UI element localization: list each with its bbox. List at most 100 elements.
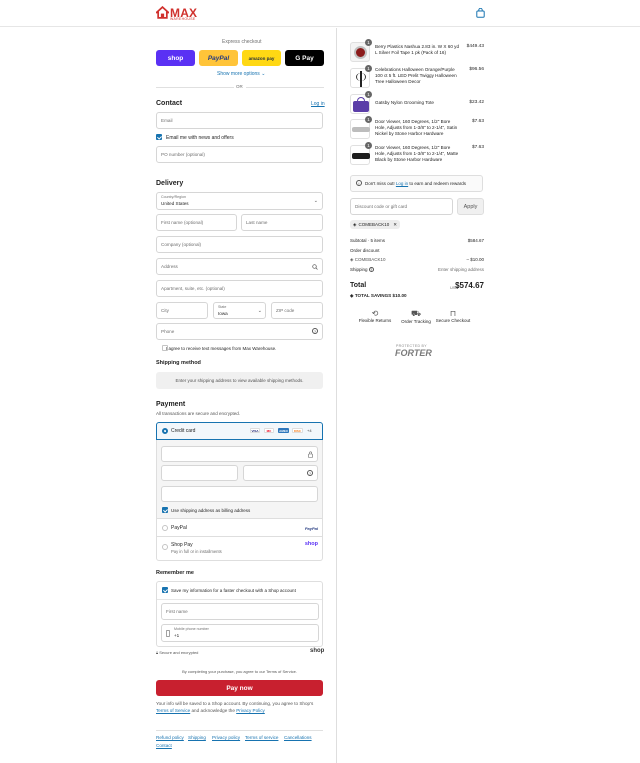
name-on-card-field[interactable] xyxy=(161,486,318,502)
city-field[interactable]: City xyxy=(156,302,208,319)
billing-address-checkbox[interactable] xyxy=(162,507,168,513)
login-link[interactable]: Log in xyxy=(311,101,325,107)
privacy-policy-footer-link[interactable]: Privacy policy xyxy=(212,735,240,740)
visa-icon: VISA xyxy=(250,428,260,433)
lock-icon: 🔒︎ xyxy=(156,650,159,655)
shop-pay-radio[interactable] xyxy=(162,544,168,550)
secure-checkout-label: Secure Checkout xyxy=(435,318,471,323)
credit-card-radio[interactable] xyxy=(162,428,168,434)
address-field[interactable]: Address xyxy=(156,258,323,275)
shop-pay-option[interactable]: Shop Pay Pay in full or in installments … xyxy=(156,537,323,561)
footer-divider xyxy=(156,730,323,731)
city-placeholder: City xyxy=(161,308,169,313)
security-code-field[interactable]: ? xyxy=(243,465,318,481)
top-bar: MAX WAREHOUSE xyxy=(0,0,640,27)
terms-of-service-link[interactable]: Terms of Service xyxy=(156,708,190,713)
phone-field[interactable]: Phone ? xyxy=(156,323,323,340)
paypal-option[interactable]: PayPal PayPal xyxy=(156,518,323,537)
apply-button[interactable]: Apply xyxy=(457,198,484,215)
company-field[interactable]: Company (optional) xyxy=(156,236,323,253)
or-divider-left xyxy=(156,87,234,88)
discount-tag-code: COMEBACK10 xyxy=(358,222,390,227)
news-checkbox[interactable] xyxy=(156,134,162,140)
mobile-phone-field[interactable]: Mobile phone number +1 xyxy=(161,624,319,642)
zip-field[interactable]: ZIP code xyxy=(271,302,323,319)
paypal-express-button[interactable]: PayPal xyxy=(199,50,238,66)
state-select[interactable]: State Iowa ⌄ xyxy=(213,302,266,319)
sms-label: I agree to receive text messages from Ma… xyxy=(166,346,277,351)
info-icon: i xyxy=(356,180,362,186)
flexible-returns-badge: ⟲ Flexible Returns xyxy=(355,309,395,323)
first-name-field[interactable]: First name (optional) xyxy=(156,214,237,231)
shipping-policy-link[interactable]: Shipping xyxy=(188,735,206,740)
order-discount-code-row: ◈ COMEBACK10 xyxy=(350,257,386,263)
country-value: United States xyxy=(161,201,189,206)
brand-logo[interactable]: MAX WAREHOUSE xyxy=(156,5,198,21)
chevron-down-icon: ⌄ xyxy=(257,308,262,314)
shipping-row-label: Shipping ? xyxy=(350,267,374,272)
brand-subtitle: WAREHOUSE xyxy=(170,17,196,21)
phone-placeholder: Phone xyxy=(161,329,175,334)
total-value: $574.67 xyxy=(455,281,484,290)
apartment-field[interactable]: Apartment, suite, etc. (optional) xyxy=(156,280,323,297)
secure-checkout-badge: ⊓ Secure Checkout xyxy=(433,309,473,323)
subtotal-value: $584.67 xyxy=(467,238,484,243)
shopping-bag-icon[interactable] xyxy=(476,8,485,18)
shipping-method-placeholder: Enter your shipping address to view avai… xyxy=(156,372,323,389)
email-field[interactable]: Email xyxy=(156,112,323,129)
rewards-text: Don't miss out! Log in to earn and redee… xyxy=(365,181,466,186)
discount-code-field[interactable]: Discount code or gift card xyxy=(350,198,453,215)
truck-icon: ⛟ xyxy=(410,309,422,318)
po-number-field[interactable]: PO number (optional) xyxy=(156,146,323,163)
discover-icon: DISC xyxy=(292,428,303,433)
help-icon[interactable]: ? xyxy=(368,267,374,272)
last-name-field[interactable]: Last name xyxy=(241,214,323,231)
show-more-options-link[interactable]: Show more options ⌄ xyxy=(217,71,265,77)
saved-note-mid: and acknowledge the xyxy=(191,708,235,713)
google-pay-express-button[interactable]: G Pay xyxy=(285,50,324,66)
rewards-banner: i Don't miss out! Log in to earn and red… xyxy=(350,175,483,192)
terms-of-service-footer-link[interactable]: Terms of service xyxy=(245,735,278,740)
state-value: Iowa xyxy=(218,311,228,316)
tag-icon: ◈ xyxy=(350,293,354,298)
expiration-date-field[interactable] xyxy=(161,465,238,481)
cart-item-thumbnail: 1 xyxy=(350,116,372,139)
contact-link[interactable]: Contact xyxy=(156,743,172,748)
order-discount-code: COMEBACK10 xyxy=(354,257,386,262)
paypal-label: PayPal xyxy=(171,525,187,531)
shop-pay-logo: shop xyxy=(304,541,318,547)
amazon-pay-express-button[interactable]: amazon pay xyxy=(242,50,281,66)
paypal-radio[interactable] xyxy=(162,525,168,531)
door-viewer-black-image xyxy=(352,153,370,159)
house-logo-icon xyxy=(156,6,169,19)
state-label: State xyxy=(218,305,227,309)
shop-pay-express-button[interactable]: shop xyxy=(156,50,195,66)
remove-discount-icon[interactable]: ✕ xyxy=(393,222,397,228)
help-icon[interactable]: ? xyxy=(312,328,318,334)
privacy-policy-link[interactable]: Privacy Policy xyxy=(236,708,265,713)
delivery-heading: Delivery xyxy=(156,180,184,187)
return-icon: ⟲ xyxy=(371,309,379,318)
remember-first-name-field[interactable]: First name xyxy=(161,603,319,620)
pay-now-button[interactable]: Pay now xyxy=(156,680,323,696)
country-select[interactable]: Country/Region United States ⌄ xyxy=(156,192,323,210)
save-info-checkbox[interactable] xyxy=(162,587,168,593)
credit-card-option[interactable]: Credit card VISA MC AMEX DISC +4 xyxy=(156,422,323,440)
cart-item-price: $23.42 xyxy=(469,100,484,105)
rewards-post: to earn and redeem rewards xyxy=(409,181,466,186)
chevron-down-icon: ⌄ xyxy=(261,71,266,77)
cart-item-price: $7.63 xyxy=(471,145,484,150)
help-icon[interactable]: ? xyxy=(307,470,313,476)
shipping-note: Enter your shipping address to view avai… xyxy=(175,378,304,383)
shop-pay-label: Shop Pay xyxy=(171,542,193,548)
or-divider-right xyxy=(246,87,324,88)
po-placeholder: PO number (optional) xyxy=(161,152,205,157)
rewards-login-link[interactable]: Log in xyxy=(396,181,408,186)
cancellations-link[interactable]: Cancellations xyxy=(284,735,312,740)
brand-name: MAX xyxy=(170,5,198,20)
card-number-field[interactable] xyxy=(161,446,318,462)
cart-item-price: $449.43 xyxy=(466,44,484,49)
cart-item-thumbnail: 1 xyxy=(350,91,372,114)
column-divider xyxy=(336,28,337,763)
refund-policy-link[interactable]: Refund policy xyxy=(156,735,184,740)
